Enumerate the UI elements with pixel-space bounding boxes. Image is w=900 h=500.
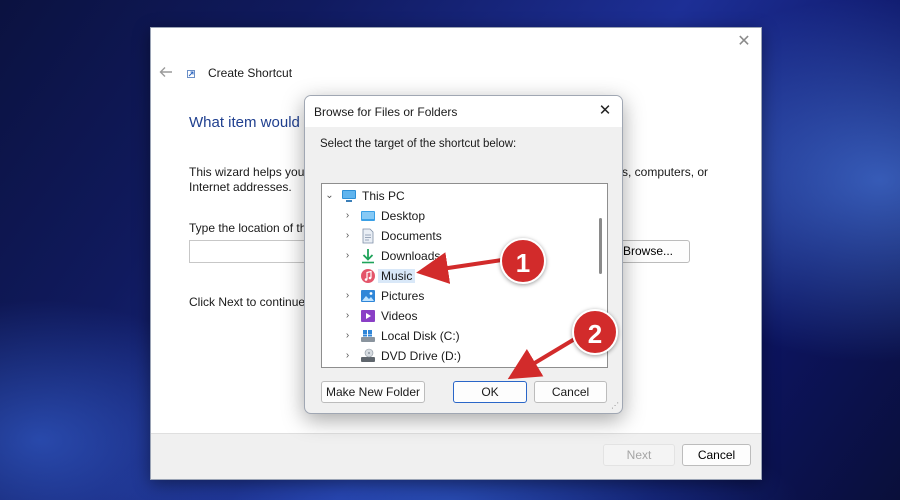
tree-item-videos[interactable]: › Videos bbox=[322, 306, 597, 326]
dialog-instruction: Select the target of the shortcut below: bbox=[320, 138, 517, 150]
wizard-description-line1-end: s, computers, or bbox=[622, 165, 709, 179]
step-1-callout: 1 bbox=[500, 238, 546, 284]
tree-item-local-disk[interactable]: › Local Disk (C:) bbox=[322, 326, 597, 346]
documents-folder-icon bbox=[362, 228, 374, 244]
chevron-right-icon[interactable]: › bbox=[343, 291, 352, 301]
this-pc-icon bbox=[342, 190, 356, 202]
browse-dialog: Browse for Files or Folders ✕ Select the… bbox=[304, 95, 623, 414]
tree-item-label: This PC bbox=[362, 189, 405, 203]
tree-item-dvd-drive[interactable]: › DVD Drive (D:) bbox=[322, 346, 597, 366]
chevron-right-icon[interactable]: › bbox=[343, 331, 352, 341]
chevron-right-icon[interactable]: › bbox=[343, 211, 352, 221]
close-icon[interactable]: ✕ bbox=[735, 33, 753, 51]
browse-button[interactable]: Browse... bbox=[614, 240, 690, 263]
step-2-callout: 2 bbox=[572, 309, 618, 355]
tree-item-label: DVD Drive (D:) bbox=[381, 349, 461, 363]
wizard-heading: What item would you like to create a sho… bbox=[189, 114, 309, 131]
wizard-description: This wizard helps you t Internet address… bbox=[189, 165, 307, 195]
resize-grip-icon[interactable]: ⋰ bbox=[611, 402, 619, 410]
make-new-folder-button[interactable]: Make New Folder bbox=[321, 381, 425, 403]
dialog-titlebar: Browse for Files or Folders ✕ bbox=[305, 96, 622, 127]
folder-tree[interactable]: ⌄ This PC › Desktop › Documents › Downlo… bbox=[321, 183, 608, 368]
tree-item-label: Downloads bbox=[381, 249, 441, 263]
chevron-right-icon[interactable]: › bbox=[343, 311, 352, 321]
tree-item-label: Videos bbox=[381, 309, 418, 323]
tree-item-downloads[interactable]: › Downloads bbox=[322, 246, 597, 266]
location-input[interactable] bbox=[189, 240, 309, 263]
desktop-folder-icon bbox=[361, 211, 375, 221]
music-folder-icon bbox=[361, 269, 375, 283]
back-arrow-icon[interactable] bbox=[158, 64, 174, 80]
next-instruction: Click Next to continue. bbox=[189, 295, 307, 309]
dialog-cancel-button[interactable]: Cancel bbox=[534, 381, 607, 403]
tree-scrollbar[interactable] bbox=[599, 218, 602, 274]
dvd-drive-icon bbox=[361, 348, 375, 362]
wizard-title: Create Shortcut bbox=[208, 66, 293, 80]
wizard-cancel-button[interactable]: Cancel bbox=[682, 444, 751, 466]
shortcut-icon bbox=[187, 70, 195, 78]
wizard-footer: Next Cancel bbox=[151, 433, 761, 479]
tree-item-documents[interactable]: › Documents bbox=[322, 226, 597, 246]
tree-item-pictures[interactable]: › Pictures bbox=[322, 286, 597, 306]
tree-item-label: Local Disk (C:) bbox=[381, 329, 460, 343]
tree-item-label: Documents bbox=[381, 229, 442, 243]
tree-item-label: Desktop bbox=[381, 209, 426, 223]
dialog-close-icon[interactable]: ✕ bbox=[596, 102, 614, 120]
ok-button[interactable]: OK bbox=[453, 381, 527, 403]
pictures-folder-icon bbox=[361, 290, 375, 302]
chevron-down-icon[interactable]: ⌄ bbox=[325, 191, 334, 201]
tree-item-this-pc[interactable]: ⌄ This PC bbox=[322, 186, 597, 206]
tree-item-label: Pictures bbox=[381, 289, 425, 303]
wizard-description-line1: This wizard helps you t bbox=[189, 165, 307, 179]
downloads-folder-icon bbox=[362, 249, 374, 264]
videos-folder-icon bbox=[361, 310, 375, 322]
next-button[interactable]: Next bbox=[603, 444, 675, 466]
tree-item-desktop[interactable]: › Desktop bbox=[322, 206, 597, 226]
location-label: Type the location of the item: bbox=[189, 221, 307, 235]
tree-item-label: Music bbox=[378, 269, 416, 283]
chevron-right-icon[interactable]: › bbox=[343, 251, 352, 261]
chevron-right-icon[interactable]: › bbox=[343, 351, 352, 361]
chevron-right-icon[interactable]: › bbox=[343, 231, 352, 241]
wizard-description-line2: Internet addresses. bbox=[189, 180, 292, 194]
tree-item-music[interactable]: Music bbox=[322, 266, 597, 286]
local-disk-icon bbox=[361, 330, 375, 342]
dialog-title: Browse for Files or Folders bbox=[314, 105, 458, 119]
